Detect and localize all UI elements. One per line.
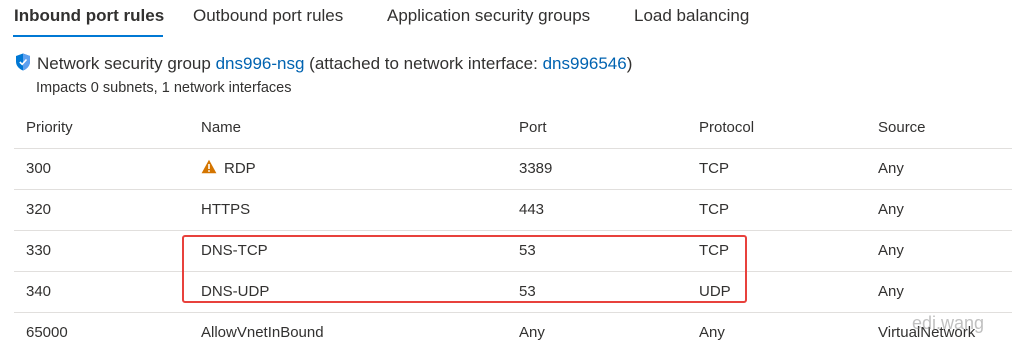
active-tab-indicator: [13, 35, 163, 37]
header-protocol[interactable]: Protocol: [699, 108, 754, 148]
row-port: Any: [519, 324, 545, 341]
row-port: 3389: [519, 160, 553, 177]
row-source: Any: [878, 201, 904, 218]
table-header-row: Priority Name Port Protocol Source: [14, 108, 1012, 148]
row-source: Any: [878, 283, 904, 300]
shield-icon: [15, 53, 31, 71]
row-port: 53: [519, 283, 536, 300]
row-protocol: UDP: [699, 283, 731, 300]
row-name: RDP: [201, 149, 256, 189]
nsg-summary: Network security group dns996-nsg (attac…: [15, 53, 632, 75]
row-protocol: Any: [699, 324, 725, 341]
warning-icon: [201, 150, 217, 174]
nsg-suffix-text: ): [626, 54, 633, 73]
tab-bar: Inbound port rules Outbound port rules A…: [0, 0, 1012, 40]
table-row[interactable]: 65000 AllowVnetInBound Any Any VirtualNe…: [14, 312, 1012, 353]
row-port: 53: [519, 242, 536, 259]
row-priority: 340: [26, 283, 52, 300]
table-row[interactable]: 330 DNS-TCP 53 TCP Any: [14, 230, 1012, 271]
row-priority: 330: [26, 242, 52, 259]
row-name: DNS-TCP: [201, 242, 268, 259]
inbound-rules-table: Priority Name Port Protocol Source 300 R…: [14, 108, 1012, 353]
nsg-name-link[interactable]: dns996-nsg: [216, 54, 305, 73]
row-priority: 65000: [26, 324, 68, 341]
tab-inbound-port-rules[interactable]: Inbound port rules: [14, 5, 164, 27]
header-priority[interactable]: Priority: [26, 108, 73, 148]
tab-outbound-port-rules[interactable]: Outbound port rules: [193, 5, 343, 27]
nsg-prefix-text: Network security group: [37, 54, 211, 73]
row-name: AllowVnetInBound: [201, 324, 324, 341]
header-name[interactable]: Name: [201, 108, 241, 148]
row-protocol: TCP: [699, 201, 729, 218]
network-interface-link[interactable]: dns996546: [543, 54, 627, 73]
table-row[interactable]: 320 HTTPS 443 TCP Any: [14, 189, 1012, 230]
table-row[interactable]: 300 RDP 3389 TCP Any: [14, 148, 1012, 189]
header-source[interactable]: Source: [878, 108, 926, 148]
row-priority: 320: [26, 201, 52, 218]
tab-application-security-groups[interactable]: Application security groups: [387, 5, 590, 27]
row-name: HTTPS: [201, 201, 251, 218]
table-row[interactable]: 340 DNS-UDP 53 UDP Any: [14, 271, 1012, 312]
row-source: Any: [878, 160, 904, 177]
tab-load-balancing[interactable]: Load balancing: [634, 5, 749, 27]
row-protocol: TCP: [699, 242, 729, 259]
row-priority: 300: [26, 160, 52, 177]
nsg-attached-text: (attached to network interface:: [309, 54, 538, 73]
row-protocol: TCP: [699, 160, 729, 177]
row-source: VirtualNetwork: [878, 324, 976, 341]
rule-name-text: RDP: [224, 160, 256, 177]
header-port[interactable]: Port: [519, 108, 547, 148]
row-port: 443: [519, 201, 545, 218]
row-source: Any: [878, 242, 904, 259]
impacts-text: Impacts 0 subnets, 1 network interfaces: [36, 80, 292, 96]
row-name: DNS-UDP: [201, 283, 270, 300]
